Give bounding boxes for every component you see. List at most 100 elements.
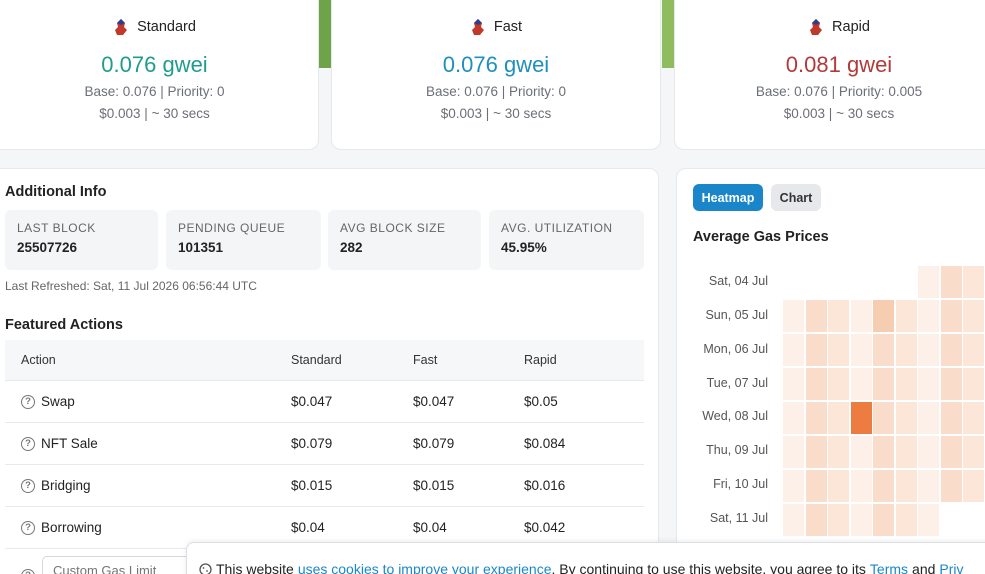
heatmap-cell[interactable] — [828, 368, 849, 400]
custom-gas-limit-input[interactable] — [42, 555, 192, 574]
heatmap-cell[interactable] — [895, 300, 917, 332]
heatmap-cell[interactable] — [783, 334, 804, 366]
gas-card-rapid: Rapid 0.081 gwei Base: 0.076 | Priority:… — [674, 0, 985, 150]
day-label: Mon, 06 Jul — [703, 342, 768, 356]
heatmap-cell[interactable] — [918, 368, 939, 400]
gas-base-priority: Base: 0.076 | Priority: 0 — [84, 84, 225, 99]
heatmap-cell[interactable] — [963, 402, 984, 434]
heatmap-cell[interactable] — [783, 368, 804, 400]
heatmap-cell[interactable] — [918, 266, 939, 298]
heatmap-cell[interactable] — [873, 300, 894, 332]
day-label: Wed, 08 Jul — [702, 409, 768, 423]
heatmap-cell[interactable] — [850, 504, 872, 536]
heatmap-cell[interactable] — [963, 436, 984, 468]
heatmap-cell[interactable] — [805, 436, 827, 468]
cost-standard: $0.047 — [291, 394, 333, 409]
heatmap-cell[interactable] — [873, 436, 894, 468]
action-name: Bridging — [41, 478, 91, 493]
terms-link[interactable]: Terms — [870, 561, 908, 574]
heatmap-cell[interactable] — [963, 266, 984, 298]
heatmap-cell[interactable] — [850, 334, 872, 366]
help-icon[interactable]: ? — [21, 436, 35, 451]
cookie-text-prefix: This website — [216, 561, 294, 574]
heatmap-cell[interactable] — [805, 334, 827, 366]
cost-standard: $0.015 — [291, 478, 333, 493]
heatmap-cell[interactable] — [895, 504, 917, 536]
heatmap-cell[interactable] — [940, 334, 962, 366]
day-label: Sat, 11 Jul — [709, 511, 768, 525]
tab-heatmap[interactable]: Heatmap — [693, 184, 763, 211]
heatmap-cell[interactable] — [805, 470, 827, 502]
heatmap-cell[interactable] — [828, 402, 849, 434]
heatmap-cell[interactable] — [783, 402, 804, 434]
heatmap-cell[interactable] — [828, 334, 849, 366]
heatmap-cell[interactable] — [805, 300, 827, 332]
heatmap-cell[interactable] — [873, 368, 894, 400]
heatmap-cell[interactable] — [918, 300, 939, 332]
cost-standard: $0.04 — [291, 520, 325, 535]
heatmap-cell[interactable] — [873, 470, 894, 502]
heatmap-cell[interactable] — [963, 368, 984, 400]
heatmap-cell[interactable] — [783, 300, 804, 332]
heatmap-cell[interactable] — [895, 368, 917, 400]
heatmap-cell[interactable] — [918, 402, 939, 434]
heatmap-cell[interactable] — [828, 436, 849, 468]
heatmap-cell[interactable] — [850, 436, 872, 468]
cost-fast: $0.079 — [413, 436, 455, 451]
heatmap-cell[interactable] — [783, 504, 804, 536]
heatmap-cell[interactable] — [940, 300, 962, 332]
background-decoration — [662, 0, 674, 68]
help-icon[interactable]: ? — [21, 569, 35, 574]
heatmap-cell[interactable] — [963, 334, 984, 366]
heatmap-cell[interactable] — [918, 470, 939, 502]
heatmap-cell[interactable] — [850, 368, 872, 400]
heatmap-cell[interactable] — [940, 266, 962, 298]
stat-value: 45.95% — [501, 240, 547, 255]
help-icon[interactable]: ? — [21, 520, 35, 535]
help-icon[interactable]: ? — [21, 478, 35, 493]
day-label: Sun, 05 Jul — [705, 308, 768, 322]
heatmap-cell[interactable] — [783, 436, 804, 468]
heatmap-cell[interactable] — [873, 504, 894, 536]
heatmap-cell[interactable] — [895, 436, 917, 468]
heatmap-title: Average Gas Prices — [693, 229, 829, 245]
heatmap-cell[interactable] — [805, 368, 827, 400]
heatmap-cell[interactable] — [850, 300, 872, 332]
privacy-link[interactable]: Priv — [939, 561, 963, 574]
tab-chart[interactable]: Chart — [771, 184, 821, 211]
help-icon[interactable]: ? — [21, 394, 35, 409]
heatmap-cell[interactable] — [918, 504, 939, 536]
heatmap-cell[interactable] — [805, 504, 827, 536]
heatmap-cell[interactable] — [850, 402, 872, 434]
heatmap-cell[interactable] — [895, 402, 917, 434]
heatmap-cell[interactable] — [963, 470, 984, 502]
gas-usd-time: $0.003 | ~ 30 secs — [99, 106, 210, 121]
table-row: ? Bridging $0.015 $0.015 $0.016 — [5, 464, 644, 506]
heatmap-cell[interactable] — [805, 402, 827, 434]
heatmap-cell[interactable] — [918, 334, 939, 366]
heatmap-cell[interactable] — [895, 334, 917, 366]
heatmap-cell[interactable] — [895, 470, 917, 502]
heatmap-cell[interactable] — [783, 470, 804, 502]
card-title: Rapid — [832, 19, 870, 35]
heatmap-cell[interactable] — [940, 470, 962, 502]
heatmap-cell[interactable] — [828, 470, 849, 502]
table-header: Action Standard Fast Rapid — [5, 340, 644, 380]
heatmap-cell[interactable] — [873, 402, 894, 434]
cookie-policy-link[interactable]: uses cookies to improve your experience — [298, 561, 552, 574]
heatmap-cell[interactable] — [918, 436, 939, 468]
heatmap-cell[interactable] — [940, 402, 962, 434]
table-row: ? Swap $0.047 $0.047 $0.05 — [5, 380, 644, 422]
heatmap-cell[interactable] — [963, 300, 984, 332]
heatmap-cell[interactable] — [828, 504, 849, 536]
additional-info-title: Additional Info — [5, 184, 107, 200]
column-header-fast: Fast — [413, 353, 438, 367]
heatmap-cell[interactable] — [828, 300, 849, 332]
heatmap-cell[interactable] — [940, 368, 962, 400]
day-label: Fri, 10 Jul — [713, 477, 768, 491]
heatmap-cell[interactable] — [873, 334, 894, 366]
heatmap-cell[interactable] — [940, 436, 962, 468]
stat-last-block: LAST BLOCK 25507726 — [5, 210, 158, 270]
heatmap-cell[interactable] — [850, 470, 872, 502]
gas-price: 0.081 gwei — [785, 52, 893, 77]
